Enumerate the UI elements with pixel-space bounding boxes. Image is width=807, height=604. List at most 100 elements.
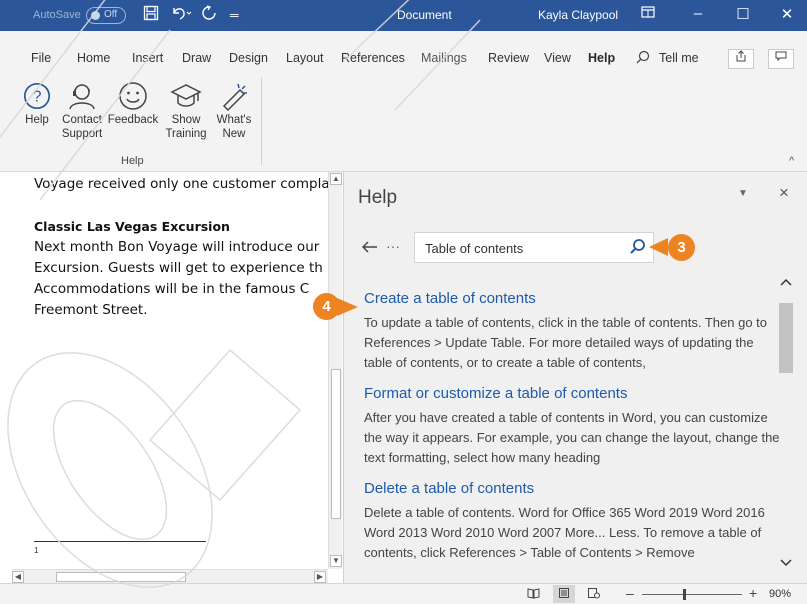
more-options-icon[interactable]: ··· (386, 238, 400, 254)
undo-icon[interactable] (170, 5, 192, 26)
ribbon-help-group: ? Help Contact Support Feedback Show Tra… (0, 71, 807, 172)
tab-layout[interactable]: Layout (286, 51, 324, 65)
help-scroll-up-icon[interactable] (779, 275, 793, 289)
comments-icon[interactable] (768, 49, 794, 69)
doc-line: Excursion. Guests will get to experience… (34, 260, 323, 276)
result-title-link[interactable]: Format or customize a table of contents (364, 385, 780, 402)
callout-3-pointer (649, 238, 668, 256)
customize-qat-icon[interactable]: ═ (230, 8, 239, 22)
help-button[interactable]: ? Help (22, 79, 52, 127)
zoom-level[interactable]: 90% (769, 588, 791, 600)
whats-new-button[interactable]: What's New (212, 79, 256, 141)
tab-insert[interactable]: Insert (132, 51, 163, 65)
autosave-toggle[interactable]: Off (86, 7, 126, 24)
web-layout-icon[interactable] (587, 587, 600, 602)
help-vertical-scrollbar[interactable] (779, 273, 793, 579)
minimize-icon[interactable]: – (688, 5, 708, 22)
help-result: Create a table of contents To update a t… (364, 290, 780, 373)
training-icon (164, 79, 208, 113)
show-training-button[interactable]: Show Training (164, 79, 208, 141)
scroll-up-icon[interactable]: ▲ (330, 173, 342, 185)
title-bar: AutoSave Off ═ Document Kayla Claypool –… (0, 0, 807, 31)
help-scroll-down-icon[interactable] (779, 556, 793, 570)
tab-design[interactable]: Design (229, 51, 268, 65)
footnote-number: 1 (34, 546, 39, 555)
feedback-button[interactable]: Feedback (107, 79, 159, 127)
result-description: Delete a table of contents. Word for Off… (364, 505, 765, 560)
result-description: After you have created a table of conten… (364, 410, 780, 465)
help-pane: Help ▼ × ··· Create a table of contents … (343, 172, 807, 583)
hscroll-thumb[interactable] (56, 572, 186, 582)
pane-options-icon[interactable]: ▼ (738, 188, 748, 199)
doc-line: Accommodations will be in the famous C (34, 281, 310, 297)
tab-help[interactable]: Help (588, 51, 615, 65)
zoom-slider-track[interactable] (642, 594, 742, 595)
close-window-icon[interactable]: ✕ (777, 5, 797, 23)
autosave-state: Off (104, 9, 118, 20)
document-body[interactable]: Voyage received only one customer compla… (34, 174, 328, 321)
tab-mailings[interactable]: Mailings (421, 51, 467, 65)
scroll-thumb[interactable] (331, 369, 341, 519)
doc-heading: Classic Las Vegas Excursion (34, 219, 230, 234)
collapse-ribbon-icon[interactable]: ^ (789, 155, 794, 167)
help-scroll-thumb[interactable] (779, 303, 793, 373)
back-arrow-icon[interactable] (361, 240, 378, 258)
tab-home[interactable]: Home (77, 51, 110, 65)
help-button-label: Help (25, 114, 49, 126)
group-separator (261, 77, 262, 165)
feedback-icon (107, 79, 159, 113)
contact-support-button[interactable]: Contact Support (59, 79, 105, 141)
tab-file[interactable]: File (31, 51, 51, 65)
help-search-box[interactable] (414, 232, 654, 263)
callout-step-3: 3 (668, 234, 695, 261)
save-icon[interactable] (143, 5, 159, 26)
contact-support-label: Contact Support (61, 114, 103, 140)
document-page[interactable]: Voyage received only one customer compla… (0, 172, 328, 569)
search-icon[interactable] (629, 238, 646, 258)
doc-line: Voyage received only one customer compla (34, 176, 328, 192)
tab-review[interactable]: Review (488, 51, 529, 65)
redo-icon[interactable] (201, 5, 217, 26)
help-result: Delete a table of contents Delete a tabl… (364, 480, 780, 563)
ribbon-tabs: File Home Insert Draw Design Layout Refe… (0, 31, 807, 74)
close-pane-icon[interactable]: × (779, 183, 789, 203)
scroll-down-icon[interactable]: ▼ (330, 555, 342, 567)
ribbon-display-icon[interactable] (638, 5, 658, 23)
result-description: To update a table of contents, click in … (364, 315, 768, 370)
document-title: Document (397, 8, 452, 22)
zoom-slider-thumb[interactable] (683, 589, 686, 600)
callout-4-pointer (337, 298, 358, 316)
tab-view[interactable]: View (544, 51, 571, 65)
result-title-link[interactable]: Delete a table of contents (364, 480, 780, 497)
status-bar: – + 90% (0, 583, 807, 604)
print-layout-icon[interactable] (558, 587, 570, 602)
tell-me-search[interactable]: Tell me (659, 51, 699, 65)
document-horizontal-scrollbar[interactable]: ◀ ▶ (12, 569, 328, 583)
document-vertical-scrollbar[interactable]: ▲ ▼ (328, 172, 342, 569)
zoom-in-icon[interactable]: + (749, 585, 757, 601)
contact-support-icon (59, 79, 105, 113)
read-mode-icon[interactable] (527, 587, 540, 602)
scroll-right-icon[interactable]: ▶ (314, 571, 326, 583)
help-results-list: Create a table of contents To update a t… (364, 290, 780, 580)
doc-line: Next month Bon Voyage will introduce our (34, 239, 320, 255)
lightbulb-search-icon (636, 50, 650, 67)
help-icon: ? (22, 79, 52, 113)
doc-line: Freemont Street. (34, 302, 148, 318)
scroll-left-icon[interactable]: ◀ (12, 571, 24, 583)
whats-new-label: What's New (216, 114, 252, 140)
maximize-icon[interactable]: ☐ (733, 5, 753, 23)
show-training-label: Show Training (165, 114, 207, 140)
callout-step-4: 4 (313, 293, 340, 320)
share-icon[interactable] (728, 49, 754, 69)
svg-text:?: ? (33, 89, 42, 106)
autosave-label: AutoSave (33, 9, 81, 21)
user-name[interactable]: Kayla Claypool (538, 8, 618, 22)
ribbon-group-label: Help (121, 155, 144, 167)
result-title-link[interactable]: Create a table of contents (364, 290, 780, 307)
zoom-out-icon[interactable]: – (626, 585, 634, 601)
tab-references[interactable]: References (341, 51, 405, 65)
toggle-knob (91, 11, 100, 20)
help-search-input[interactable] (425, 239, 615, 257)
tab-draw[interactable]: Draw (182, 51, 211, 65)
